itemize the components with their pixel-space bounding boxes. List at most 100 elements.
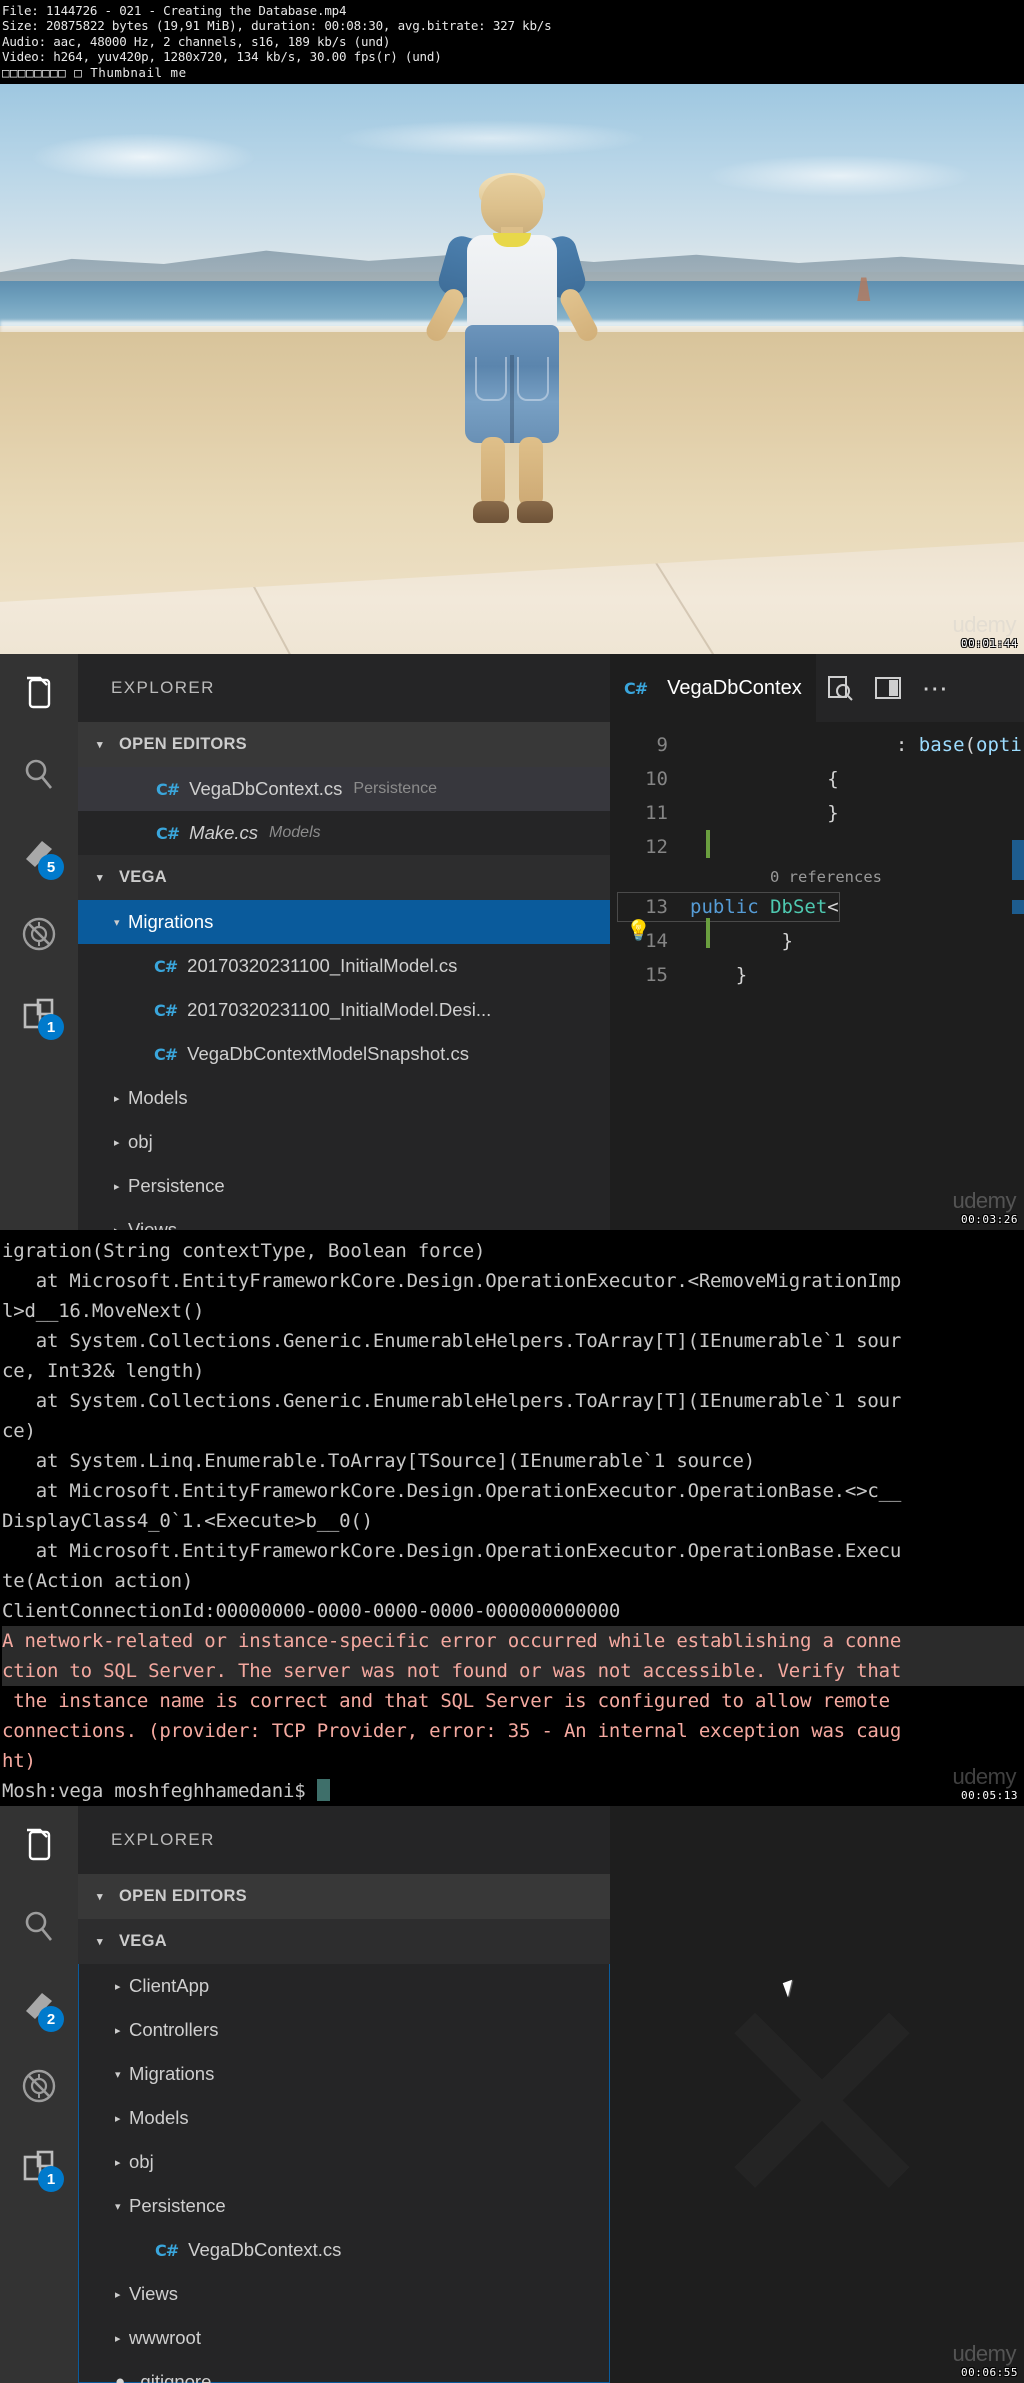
line-number: 9 (656, 734, 668, 756)
terminal-line: at Microsoft.EntityFrameworkCore.Design.… (2, 1480, 902, 1502)
tree-item-label: Views (129, 2283, 179, 2304)
activity-item-source-control[interactable]: 2 (0, 1966, 78, 2046)
chevron-right-icon: ▸ (115, 2332, 121, 2345)
open-editor-item[interactable]: C# VegaDbContext.cs Persistence (78, 767, 610, 811)
tree-folder-row[interactable]: ▾ Persistence (79, 2184, 609, 2228)
code-lens[interactable]: 0 references (610, 864, 1024, 890)
tree-item-label: Views (128, 1219, 178, 1230)
line-number: 11 (645, 802, 668, 824)
code-line: 11 } (610, 796, 1024, 830)
video-contact-sheet: File: 1144726 - 021 - Creating the Datab… (0, 0, 1024, 2383)
tree-folder-row[interactable]: ▸ Models (79, 2096, 609, 2140)
tree-folder-row[interactable]: ▾ Migrations (79, 2052, 609, 2096)
chevron-down-icon: ▾ (97, 739, 103, 751)
open-preview-icon[interactable] (826, 674, 854, 702)
tree-folder-row[interactable]: ▸ Controllers (79, 2008, 609, 2052)
minimap[interactable] (1012, 722, 1024, 1230)
section-open-editors[interactable]: ▾ OPEN EDITORS (78, 1874, 610, 1919)
tree-folder-row[interactable]: ▸ wwwroot (79, 2316, 609, 2360)
video-frame-4: 2 1 EXPLORER ▾ OPEN EDITORS ▾ VEGA ▸ Cli… (0, 1806, 1024, 2383)
tree-item-label: Persistence (129, 2195, 226, 2216)
section-vega[interactable]: ▾ VEGA (78, 1919, 610, 1964)
tree-file-row[interactable]: C# 20170320231100_InitialModel.cs (78, 944, 610, 988)
media-audio-line: Audio: aac, 48000 Hz, 2 channels, s16, 1… (2, 33, 391, 49)
tree-file-row[interactable]: C# VegaDbContext.cs (79, 2228, 609, 2272)
chevron-right-icon: ▸ (114, 1136, 120, 1149)
tree-file-row[interactable]: C# VegaDbContextModelSnapshot.cs (78, 1032, 610, 1076)
more-actions-icon[interactable]: ⋯ (922, 673, 950, 704)
tree-folder-row[interactable]: ▸Views (78, 1208, 610, 1230)
modified-line-marker (706, 830, 710, 858)
csharp-file-icon: C# (155, 2240, 179, 2260)
tree-folder-row[interactable]: ▸ Persistence (78, 1164, 610, 1208)
tree-folder-row[interactable]: ▾ Migrations (78, 900, 610, 944)
debug-no-icon (22, 917, 56, 951)
code-line: 10 { (610, 762, 1024, 796)
chevron-right-icon: ▸ (115, 1980, 121, 1993)
media-file-line: File: 1144726 - 021 - Creating the Datab… (2, 3, 347, 18)
code-view[interactable]: 9 : base(opti 10 { 11 } 12 0 references … (610, 722, 1024, 992)
chevron-right-icon: ▸ (115, 2112, 121, 2125)
csharp-file-icon: C# (154, 1000, 178, 1020)
terminal-prompt[interactable]: Mosh:vega moshfeghhamedani$ (2, 1776, 1024, 1806)
activity-item-search[interactable] (0, 1886, 78, 1966)
tree-folder-row[interactable]: ▸ obj (78, 1120, 610, 1164)
tree-item-label: Migrations (128, 911, 214, 932)
debug-no-icon (22, 2069, 56, 2103)
files-icon (27, 676, 51, 709)
tree-folder-row[interactable]: ▸Views (79, 2272, 609, 2316)
head (481, 175, 543, 236)
activity-item-explorer[interactable] (0, 1806, 78, 1886)
tree-item-label: wwwroot (129, 2327, 201, 2348)
code-line: 13 public DbSet< (610, 890, 1024, 924)
scm-badge: 2 (38, 2006, 64, 2032)
terminal-line: ce, Int32& length) (2, 1360, 205, 1382)
tree-item-label: Persistence (128, 1175, 225, 1196)
tree-item-label: 20170320231100_InitialModel.cs (187, 955, 458, 976)
section-open-editors-label: OPEN EDITORS (119, 1887, 247, 1905)
leg-left (481, 437, 505, 508)
chevron-right-icon: ▸ (114, 1180, 120, 1193)
activity-item-explorer[interactable] (0, 654, 78, 734)
activity-item-extensions[interactable]: 1 (0, 2126, 78, 2206)
tree-folder-row[interactable]: ▸ obj (79, 2140, 609, 2184)
beach-photo (0, 84, 1024, 654)
terminal-line: igration(String contextType, Boolean for… (2, 1240, 486, 1262)
csharp-file-icon: C# (154, 956, 178, 976)
activity-item-search[interactable] (0, 734, 78, 814)
empty-editor-background: ✕ (610, 1806, 1024, 2383)
chevron-right-icon: ▸ (114, 1092, 120, 1105)
explorer-title: EXPLORER (111, 1830, 215, 1849)
tree-item-label: obj (129, 2151, 154, 2172)
section-open-editors[interactable]: ▾ OPEN EDITORS (78, 722, 610, 767)
tree-folder-row[interactable]: ▸ ClientApp (79, 1964, 609, 2008)
activity-item-source-control[interactable]: 5 (0, 814, 78, 894)
tree-file-row[interactable]: C# 20170320231100_InitialModel.Desi... (78, 988, 610, 1032)
activity-item-debug[interactable] (0, 894, 78, 974)
terminal-line: connections. (provider: TCP Provider, er… (2, 1720, 902, 1742)
section-vega[interactable]: ▾ VEGA (78, 855, 610, 900)
activity-bar: 2 1 (0, 1806, 78, 2383)
terminal-line: DisplayClass4_0`1.<Execute>b__0() (2, 1510, 373, 1532)
tree-folder-row[interactable]: ▸ Models (78, 1076, 610, 1120)
open-editor-item[interactable]: C# Make.cs Models (78, 811, 610, 855)
activity-item-debug[interactable] (0, 2046, 78, 2126)
activity-item-extensions[interactable]: 1 (0, 974, 78, 1054)
modified-line-marker (706, 918, 710, 948)
watermark: udemy (952, 1764, 1016, 1789)
tree-item-label: Controllers (129, 2019, 219, 2040)
terminal-output[interactable]: igration(String contextType, Boolean for… (0, 1230, 1024, 1806)
lightbulb-icon[interactable]: 💡 (626, 918, 651, 942)
watermark: udemy (952, 1188, 1016, 1213)
terminal-line: the instance name is correct and that SQ… (2, 1690, 890, 1712)
split-editor-icon[interactable] (874, 675, 902, 701)
open-editor-name: Make.cs (189, 822, 259, 843)
terminal-line: l>d__16.MoveNext() (2, 1300, 205, 1322)
tab-vegadbcontext[interactable]: C# VegaDbContex (610, 654, 816, 722)
terminal-cursor (316, 1779, 330, 1801)
tree-file-row[interactable]: ● .gitignore (79, 2360, 609, 2383)
code-line: 15 } (610, 958, 1024, 992)
frame-timestamp: 00:01:44 (961, 637, 1018, 650)
frame-timestamp: 00:05:13 (961, 1789, 1018, 1802)
chevron-down-icon: ▾ (97, 1891, 103, 1903)
